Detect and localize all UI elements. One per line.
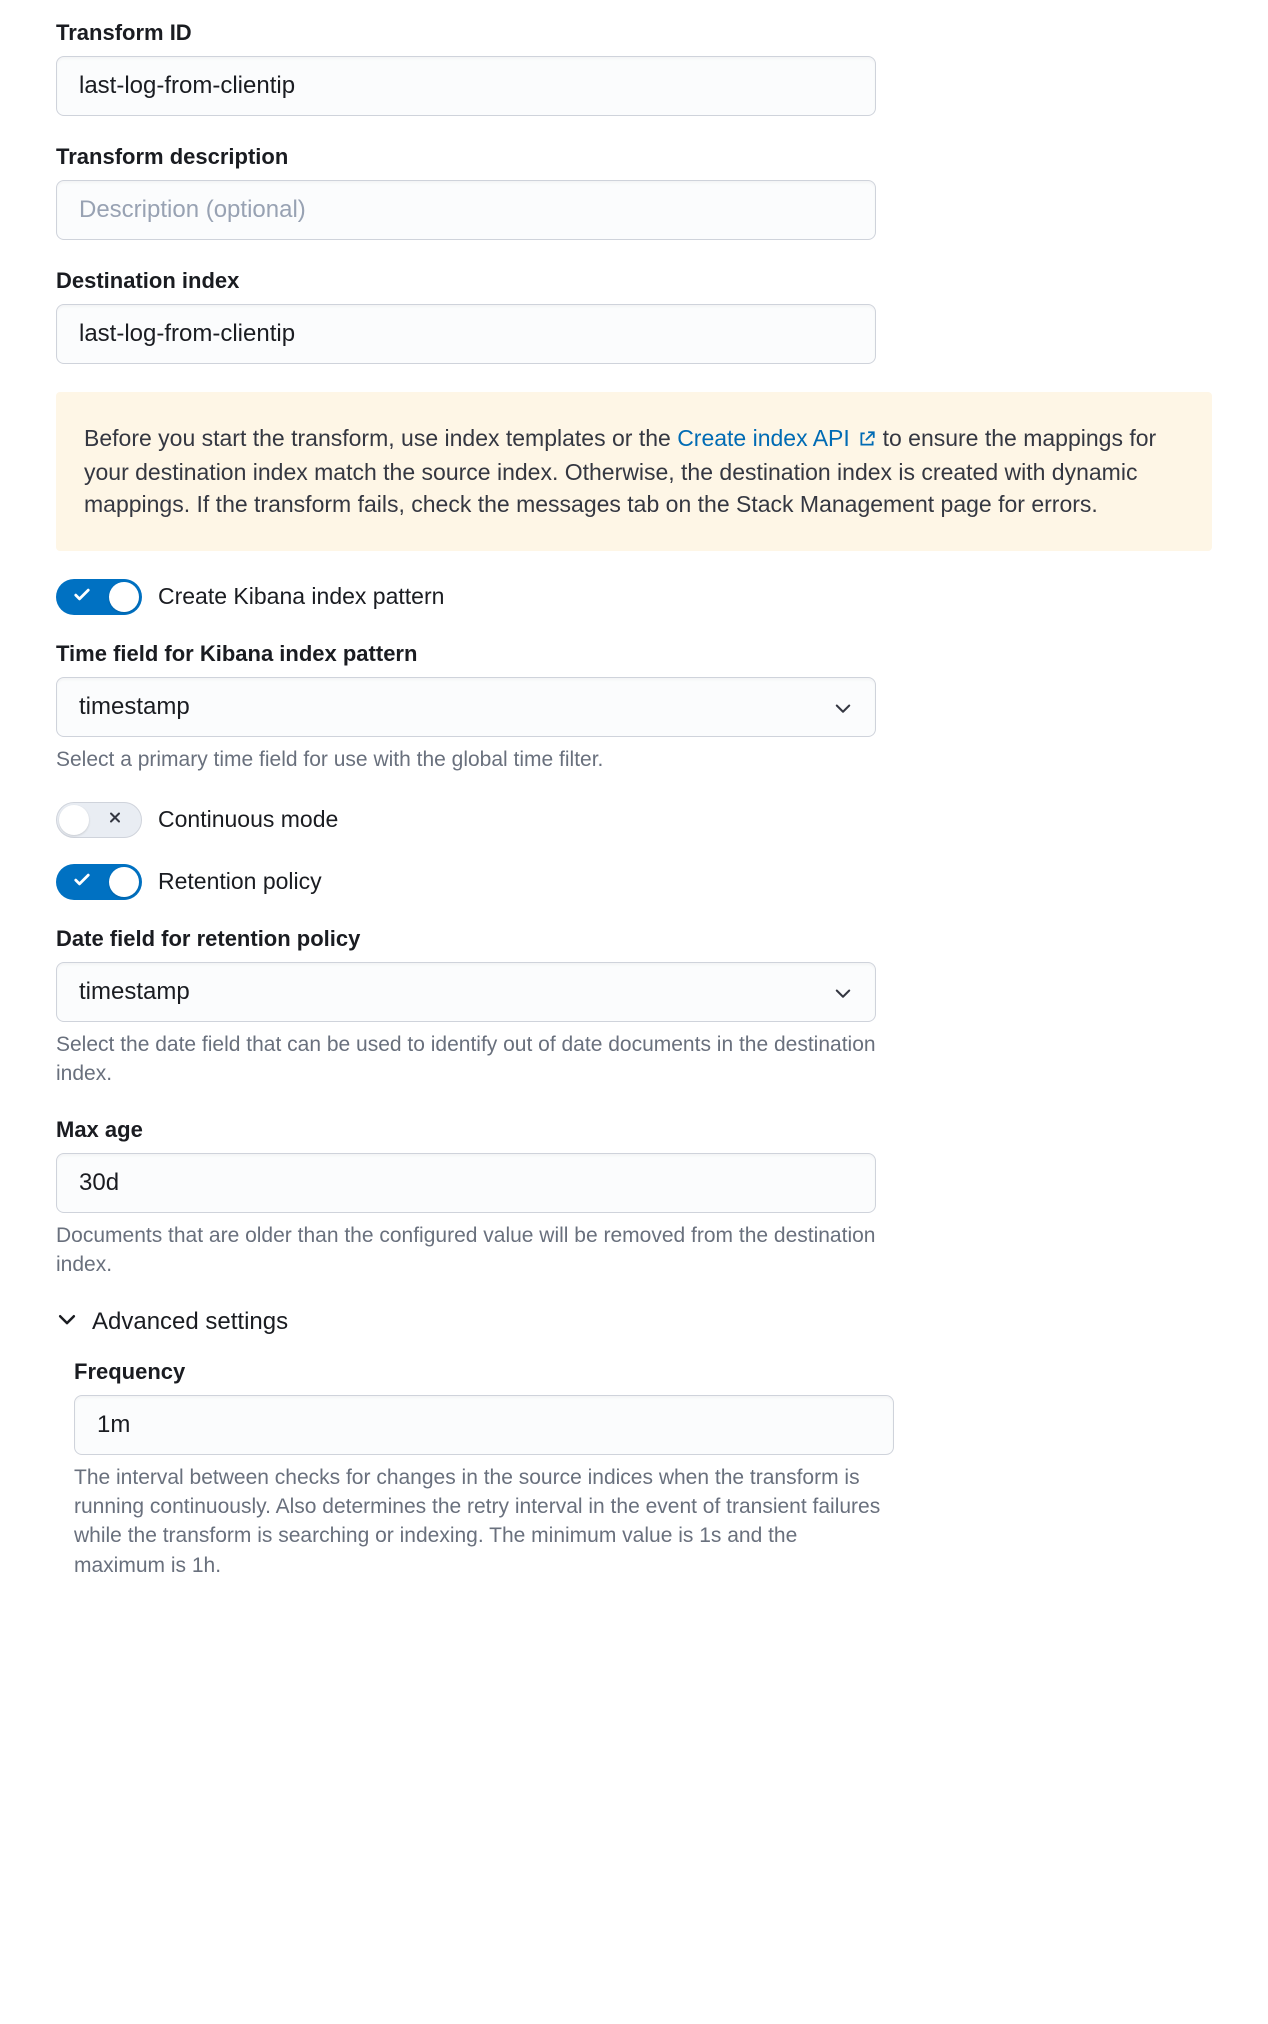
create-kibana-index-pattern-label: Create Kibana index pattern (158, 583, 444, 610)
create-kibana-index-pattern-row: Create Kibana index pattern (56, 579, 1212, 615)
destination-index-label: Destination index (56, 268, 1212, 294)
max-age-row: Max age Documents that are older than th… (56, 1117, 1212, 1280)
chevron-down-icon (833, 697, 853, 717)
retention-policy-label: Retention policy (158, 868, 322, 895)
date-field-retention-value: timestamp (79, 978, 190, 1006)
advanced-settings-toggle[interactable]: Advanced settings (56, 1308, 1212, 1337)
retention-policy-row: Retention policy (56, 864, 1212, 900)
external-link-icon (858, 424, 876, 456)
date-field-retention-select[interactable]: timestamp (56, 962, 876, 1022)
advanced-settings-label: Advanced settings (92, 1308, 288, 1336)
time-field-help: Select a primary time field for use with… (56, 745, 876, 774)
frequency-input[interactable] (74, 1395, 894, 1455)
x-icon (107, 809, 123, 830)
toggle-thumb (109, 582, 139, 612)
transform-description-row: Transform description (56, 144, 1212, 240)
create-index-api-link[interactable]: Create index API (677, 425, 882, 451)
transform-id-row: Transform ID (56, 20, 1212, 116)
check-icon (72, 584, 92, 609)
time-field-value: timestamp (79, 693, 190, 721)
destination-index-row: Destination index (56, 268, 1212, 364)
transform-id-label: Transform ID (56, 20, 1212, 46)
date-field-retention-label: Date field for retention policy (56, 926, 1212, 952)
transform-description-label: Transform description (56, 144, 1212, 170)
check-icon (72, 869, 92, 894)
retention-policy-toggle[interactable] (56, 864, 142, 900)
max-age-input[interactable] (56, 1153, 876, 1213)
frequency-label: Frequency (74, 1359, 1212, 1385)
create-kibana-index-pattern-toggle[interactable] (56, 579, 142, 615)
date-field-retention-row: Date field for retention policy timestam… (56, 926, 1212, 1089)
destination-index-callout: Before you start the transform, use inde… (56, 392, 1212, 551)
continuous-mode-label: Continuous mode (158, 806, 338, 833)
continuous-mode-row: Continuous mode (56, 802, 1212, 838)
time-field-row: Time field for Kibana index pattern time… (56, 641, 1212, 774)
destination-index-input[interactable] (56, 304, 876, 364)
chevron-down-icon (56, 1308, 78, 1337)
max-age-label: Max age (56, 1117, 1212, 1143)
create-index-api-link-text: Create index API (677, 425, 850, 451)
transform-description-input[interactable] (56, 180, 876, 240)
toggle-thumb (109, 867, 139, 897)
chevron-down-icon (833, 982, 853, 1002)
date-field-retention-help: Select the date field that can be used t… (56, 1030, 876, 1089)
max-age-help: Documents that are older than the config… (56, 1221, 876, 1280)
time-field-select[interactable]: timestamp (56, 677, 876, 737)
callout-text-before: Before you start the transform, use inde… (84, 425, 677, 451)
frequency-help: The interval between checks for changes … (74, 1463, 894, 1581)
toggle-thumb (59, 805, 89, 835)
time-field-label: Time field for Kibana index pattern (56, 641, 1212, 667)
continuous-mode-toggle[interactable] (56, 802, 142, 838)
frequency-row: Frequency The interval between checks fo… (74, 1359, 1212, 1581)
advanced-settings-panel: Frequency The interval between checks fo… (56, 1359, 1212, 1581)
transform-id-input[interactable] (56, 56, 876, 116)
